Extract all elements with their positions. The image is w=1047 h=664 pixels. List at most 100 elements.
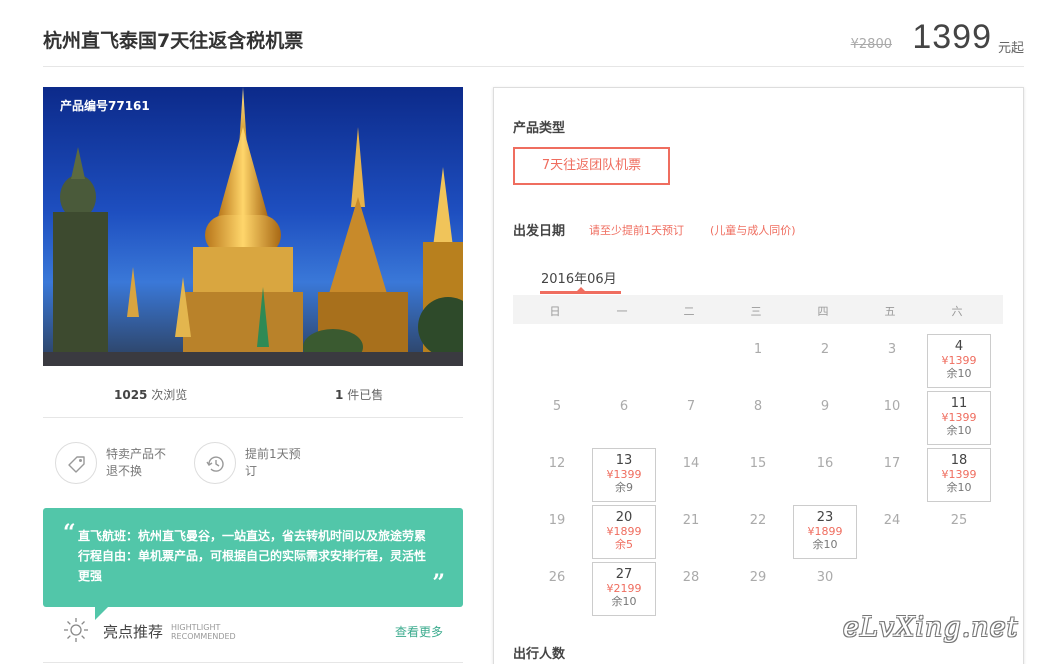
- sold-stat: 1 件已售: [335, 386, 383, 403]
- day-number: 29: [749, 570, 767, 585]
- advance-booking-note: 请至少提前1天预订: [589, 224, 684, 237]
- views-stat: 1025 次浏览: [114, 386, 187, 403]
- product-type-option[interactable]: 7天往返团队机票: [513, 147, 670, 185]
- calendar-day-available[interactable]: 20 ¥1899 余5: [592, 505, 656, 559]
- highlight-title: 亮点推荐: [103, 623, 164, 641]
- day-number: 13: [615, 453, 633, 468]
- calendar-day: 3: [860, 334, 924, 388]
- booking-panel: 产品类型 7天往返团队机票 出发日期 请至少提前1天预订 (儿童与成人同价) 2…: [493, 87, 1024, 664]
- day-number: 14: [682, 456, 700, 471]
- weekday-label: 六: [951, 305, 963, 318]
- sun-icon: [64, 618, 88, 642]
- feature-text: 特卖产品不退不换: [106, 447, 167, 478]
- quote-close-icon: ”: [432, 570, 445, 596]
- views-label: 次浏览: [151, 388, 188, 402]
- day-number: 19: [548, 513, 566, 528]
- product-title: 杭州直飞泰国7天往返含税机票: [43, 30, 304, 52]
- divider: [43, 662, 463, 663]
- caret-up-icon: [577, 287, 585, 291]
- sold-label: 件已售: [347, 388, 384, 402]
- current-price: 1399: [912, 18, 992, 56]
- quote-line: 直飞航班：杭州直飞曼谷，一站直达，省去转机时间以及旅途劳累: [78, 529, 427, 543]
- quote-line: 更强: [78, 569, 103, 583]
- day-number: 5: [552, 399, 562, 414]
- calendar-day-available[interactable]: 13 ¥1399 余9: [592, 448, 656, 502]
- calendar-day: 1: [726, 334, 790, 388]
- weekday-label: 五: [884, 305, 896, 318]
- calendar-day-available[interactable]: 23 ¥1899 余10: [793, 505, 857, 559]
- highlight-en-line2: RECOMMENDED: [171, 632, 236, 641]
- calendar-day: 30: [793, 562, 857, 616]
- weekday-label: 二: [683, 305, 695, 318]
- page-header: 杭州直飞泰国7天往返含税机票 ¥2800 1399 元起: [43, 0, 1024, 67]
- calendar-day: 5: [525, 391, 589, 445]
- product-stats: 1025 次浏览 1 件已售: [43, 366, 463, 418]
- product-type-label: 产品类型: [513, 121, 566, 136]
- sold-count: 1: [335, 388, 344, 402]
- calendar-day: 25: [927, 505, 991, 559]
- weekday-label: 三: [750, 305, 762, 318]
- calendar-day: 17: [860, 448, 924, 502]
- original-price: ¥2800: [850, 37, 892, 52]
- day-number: 18: [950, 453, 968, 468]
- calendar-day: 24: [860, 505, 924, 559]
- product-image: 产品编号77161: [43, 87, 463, 366]
- calendar-day: 26: [525, 562, 589, 616]
- day-stock: 余10: [611, 595, 637, 608]
- day-number: 20: [615, 510, 633, 525]
- day-number: 22: [749, 513, 767, 528]
- calendar-day-available[interactable]: 27 ¥2199 余10: [592, 562, 656, 616]
- month-tab[interactable]: 2016年06月: [541, 268, 617, 287]
- clock-icon: [194, 442, 236, 484]
- calendar-day: 9: [793, 391, 857, 445]
- calendar-day-available[interactable]: 18 ¥1399 余10: [927, 448, 991, 502]
- calendar-day: 22: [726, 505, 790, 559]
- calendar-day: 16: [793, 448, 857, 502]
- day-number: 26: [548, 570, 566, 585]
- day-number: 3: [887, 342, 897, 357]
- day-price: ¥1899: [606, 525, 642, 538]
- day-stock: 余10: [946, 424, 972, 437]
- day-number: 24: [883, 513, 901, 528]
- feature-text: 提前1天预订: [245, 447, 301, 478]
- views-count: 1025: [114, 388, 148, 402]
- calendar-day: 12: [525, 448, 589, 502]
- departure-date-label: 出发日期: [513, 224, 566, 239]
- highlight-en-line1: HIGHTLIGHT: [171, 623, 221, 632]
- day-stock: 余9: [615, 481, 633, 494]
- highlight-section-header: 亮点推荐 HIGHTLIGHT RECOMMENDED 查看更多: [43, 615, 463, 645]
- calendar-day: 15: [726, 448, 790, 502]
- day-number: 4: [954, 339, 964, 354]
- tag-icon: [55, 442, 97, 484]
- feature-list: 特卖产品不退不换 提前1天预订: [43, 440, 463, 490]
- day-number: 16: [816, 456, 834, 471]
- view-more-link[interactable]: 查看更多: [395, 623, 443, 640]
- day-number: 6: [619, 399, 629, 414]
- day-price: ¥1399: [606, 468, 642, 481]
- day-price: ¥1399: [941, 411, 977, 424]
- day-stock: 余5: [615, 538, 633, 551]
- day-number: 27: [615, 567, 633, 582]
- day-stock: 余10: [812, 538, 838, 551]
- child-price-note: (儿童与成人同价): [710, 224, 796, 237]
- calendar-day-available[interactable]: 11 ¥1399 余10: [927, 391, 991, 445]
- quote-open-icon: “: [63, 520, 76, 546]
- weekday-label: 日: [549, 305, 561, 318]
- travelers-label: 出行人数: [513, 647, 566, 662]
- temple-illustration: [43, 87, 463, 366]
- day-number: 17: [883, 456, 901, 471]
- day-stock: 余10: [946, 481, 972, 494]
- day-price: ¥1399: [941, 354, 977, 367]
- day-number: 28: [682, 570, 700, 585]
- calendar-day: 14: [659, 448, 723, 502]
- weekday-label: 一: [616, 305, 628, 318]
- day-price: ¥1399: [941, 468, 977, 481]
- month-tab-underline: [540, 291, 621, 294]
- day-price: ¥1899: [807, 525, 843, 538]
- watermark: eLvXing.net: [843, 612, 1019, 643]
- price-suffix: 元起: [997, 41, 1024, 56]
- day-number: 10: [883, 399, 901, 414]
- day-price: ¥2199: [606, 582, 642, 595]
- day-number: 15: [749, 456, 767, 471]
- calendar-day-available[interactable]: 4 ¥1399 余10: [927, 334, 991, 388]
